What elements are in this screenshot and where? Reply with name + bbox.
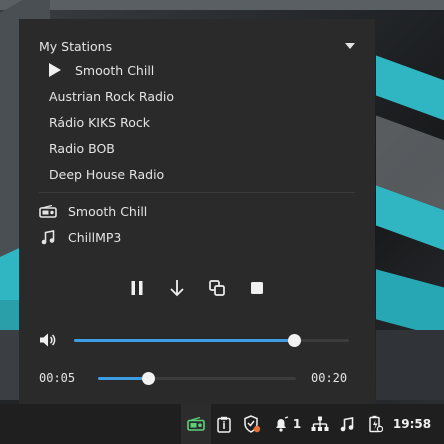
station-item-deep-house-radio[interactable]: Deep House Radio xyxy=(49,164,164,184)
volume-fill xyxy=(74,339,294,342)
notification-count: 1 xyxy=(292,417,302,431)
download-button[interactable] xyxy=(168,279,186,297)
seek-handle[interactable] xyxy=(142,372,155,385)
radio-tray-icon xyxy=(187,417,205,431)
network-tray-button[interactable] xyxy=(308,404,332,444)
stop-button[interactable] xyxy=(248,279,266,297)
seek-fill xyxy=(98,377,148,380)
radio-tray-button[interactable] xyxy=(181,404,211,444)
copy-button[interactable] xyxy=(208,279,226,297)
notification-bell-icon xyxy=(275,415,289,432)
shield-update-icon xyxy=(244,415,261,433)
station-label: Austrian Rock Radio xyxy=(49,88,175,104)
volume-row xyxy=(39,331,355,349)
volume-icon[interactable] xyxy=(39,332,57,352)
now-playing-station: Smooth Chill xyxy=(39,201,147,221)
shield-tray-button[interactable] xyxy=(240,404,264,444)
volume-handle[interactable] xyxy=(288,334,301,347)
radio-icon xyxy=(39,203,57,219)
divider xyxy=(39,192,355,193)
stations-header-label: My Stations xyxy=(39,38,113,54)
pause-icon xyxy=(131,281,143,295)
station-item-austrian-rock-radio[interactable]: Austrian Rock Radio xyxy=(49,86,174,106)
notifications-tray-button[interactable]: 1 xyxy=(270,404,304,444)
play-icon xyxy=(49,63,61,77)
volume-slider[interactable] xyxy=(74,334,349,347)
clock-time: 19:58 xyxy=(392,417,432,431)
now-playing-track-label: ChillMP3 xyxy=(68,229,122,245)
download-icon xyxy=(170,280,184,297)
clipboard-icon xyxy=(217,416,231,433)
playback-controls xyxy=(19,279,375,301)
music-note-icon xyxy=(39,229,57,245)
stop-icon xyxy=(251,282,263,294)
now-playing-track: ChillMP3 xyxy=(39,227,121,247)
music-icon xyxy=(340,416,354,431)
station-item-radio-kiks-rock[interactable]: Rádio KIKS Rock xyxy=(49,112,150,132)
station-item-smooth-chill[interactable]: Smooth Chill xyxy=(49,60,154,80)
chevron-down-icon[interactable] xyxy=(345,43,355,49)
station-label: Smooth Chill xyxy=(75,62,155,78)
battery-icon xyxy=(369,415,383,433)
battery-tray-button[interactable] xyxy=(363,404,387,444)
copy-icon xyxy=(209,280,225,296)
seek-slider[interactable] xyxy=(98,372,296,385)
clock[interactable]: 19:58 xyxy=(392,404,432,444)
elapsed-time: 00:05 xyxy=(39,371,76,385)
music-tray-button[interactable] xyxy=(336,404,358,444)
station-label: Radio BOB xyxy=(49,140,115,156)
station-label: Rádio KIKS Rock xyxy=(49,114,150,130)
radio-popup: My Stations Smooth Chill Austrian Rock R… xyxy=(19,19,375,404)
taskbar: 1 19:58 xyxy=(0,404,444,444)
clipboard-tray-button[interactable] xyxy=(213,404,235,444)
network-icon xyxy=(311,416,329,431)
stations-header[interactable]: My Stations xyxy=(39,37,355,55)
pause-button[interactable] xyxy=(128,279,146,297)
now-playing-station-label: Smooth Chill xyxy=(68,203,148,219)
station-label: Deep House Radio xyxy=(49,166,165,182)
station-item-radio-bob[interactable]: Radio BOB xyxy=(49,138,115,158)
total-time: 00:20 xyxy=(311,371,348,385)
